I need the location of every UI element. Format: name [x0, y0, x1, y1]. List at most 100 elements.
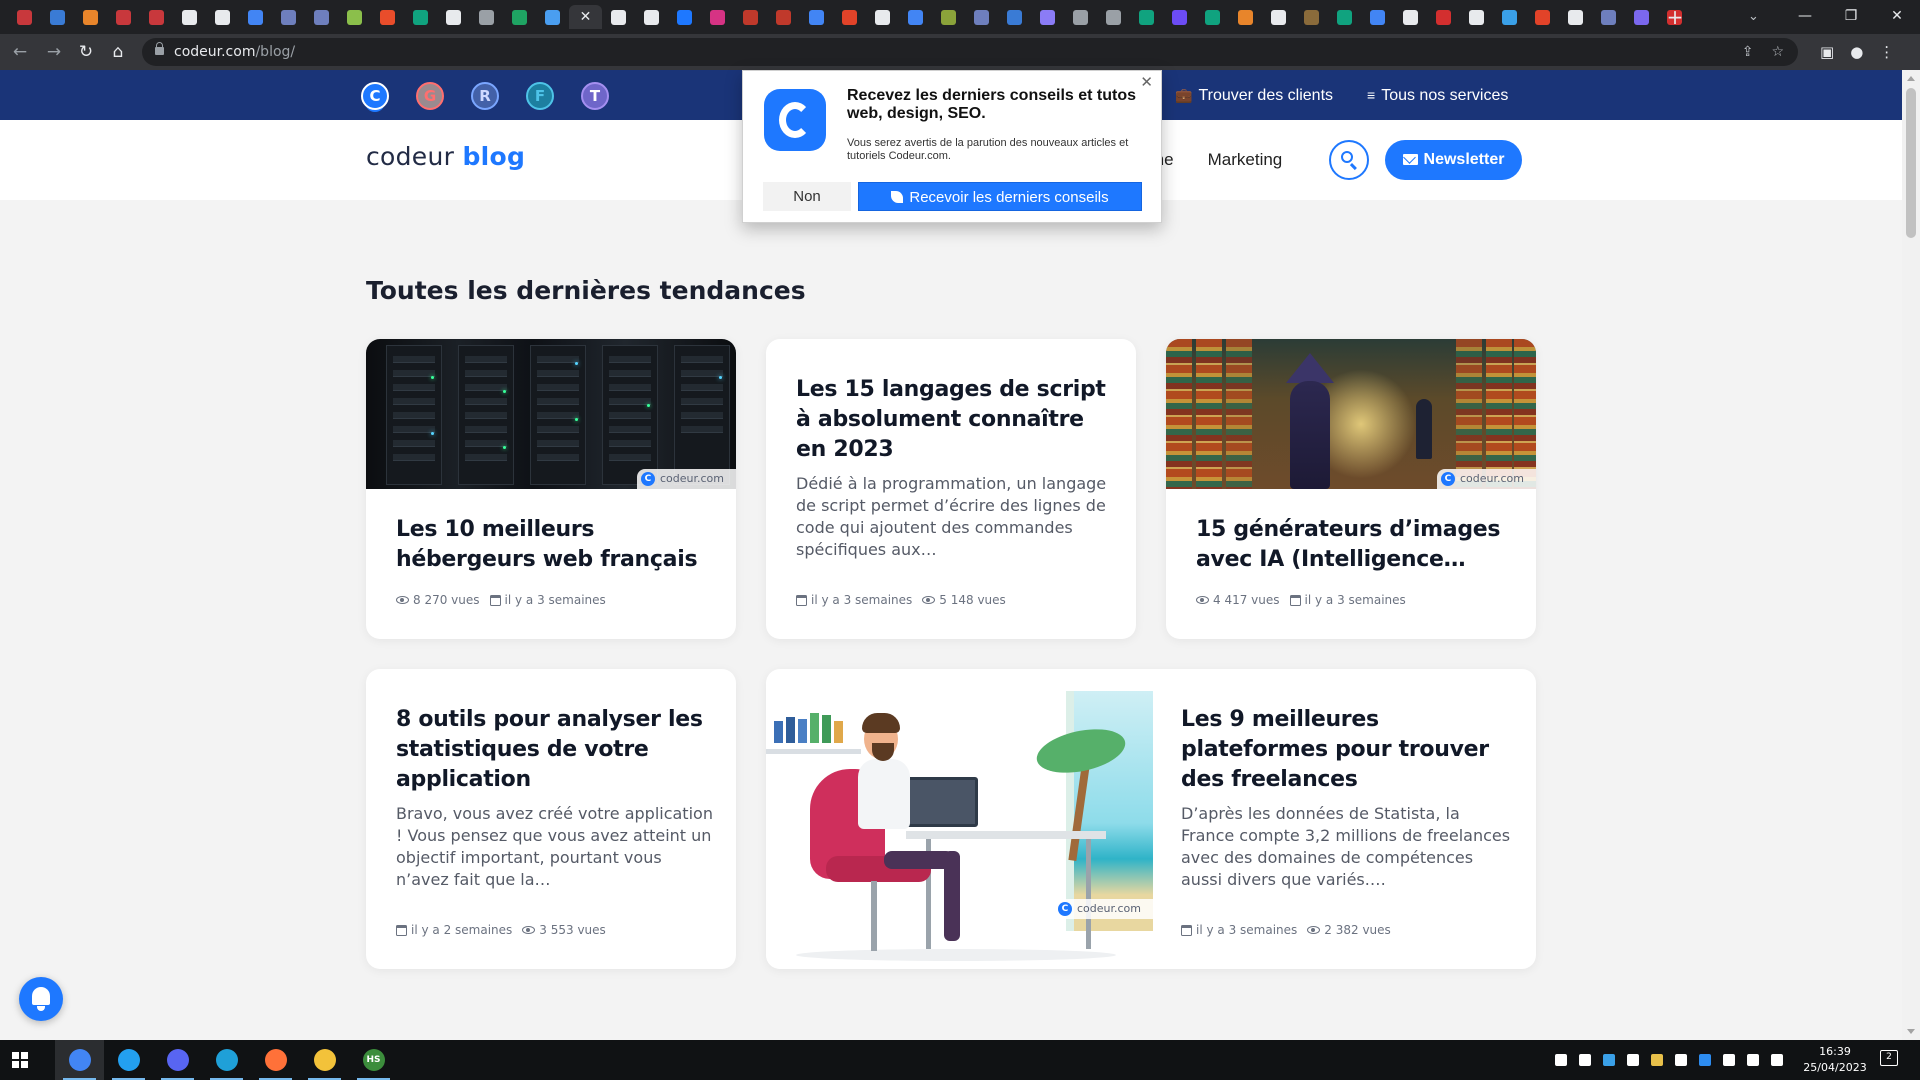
browser-tab[interactable] — [602, 5, 635, 29]
browser-tab[interactable] — [8, 5, 41, 29]
all-services-link[interactable]: ≡ Tous nos services — [1367, 70, 1508, 121]
article-title[interactable]: Les 10 meilleurs hébergeurs web français — [396, 515, 716, 575]
restore-button[interactable]: ❐ — [1828, 0, 1874, 34]
taskbar-app-chrome[interactable] — [55, 1040, 104, 1080]
taskbar-app-discord[interactable] — [153, 1040, 202, 1080]
reload-button[interactable]: ↻ — [74, 40, 98, 64]
side-panel-icon[interactable]: ▣ — [1820, 40, 1834, 64]
windows-start-icon[interactable] — [12, 1052, 28, 1068]
taskbar-app-hs-app[interactable]: HS — [349, 1040, 398, 1080]
article-card[interactable]: Ccodeur.com 15 générateurs d’images avec… — [1166, 339, 1536, 639]
tray-icon[interactable] — [1579, 1054, 1591, 1066]
site-logo[interactable]: codeur blog — [366, 142, 525, 171]
brand-f-icon[interactable]: F — [526, 82, 554, 110]
browser-tab[interactable] — [470, 5, 503, 29]
page-scrollbar[interactable] — [1902, 70, 1920, 1040]
browser-tab[interactable] — [1559, 5, 1592, 29]
active-tab[interactable]: ✕ — [569, 5, 602, 29]
browser-tab[interactable] — [1163, 5, 1196, 29]
browser-tab[interactable] — [107, 5, 140, 29]
tray-icon[interactable] — [1699, 1054, 1711, 1066]
article-title[interactable]: 8 outils pour analyser les statistiques … — [396, 705, 716, 795]
find-clients-link[interactable]: 💼 Trouver des clients — [1175, 70, 1333, 121]
browser-tab[interactable] — [965, 5, 998, 29]
brand-codeur-icon[interactable]: C — [361, 82, 389, 110]
browser-tab[interactable] — [767, 5, 800, 29]
browser-tab[interactable] — [833, 5, 866, 29]
tray-icon[interactable] — [1651, 1054, 1663, 1066]
browser-tab[interactable] — [1427, 5, 1460, 29]
browser-tab[interactable] — [1394, 5, 1427, 29]
browser-tab[interactable] — [41, 5, 74, 29]
search-button[interactable] — [1329, 140, 1369, 180]
address-bar[interactable]: codeur.com/blog/ ⇪ ☆ — [142, 38, 1798, 66]
minimize-button[interactable]: — — [1782, 0, 1828, 34]
tray-icon[interactable] — [1747, 1054, 1759, 1066]
taskbar-app-vscode[interactable] — [104, 1040, 153, 1080]
new-tab-button[interactable]: + — [1663, 5, 1687, 29]
browser-tab[interactable] — [1328, 5, 1361, 29]
browser-tab[interactable] — [668, 5, 701, 29]
forward-button[interactable]: → — [42, 40, 66, 64]
action-center-icon[interactable]: 2 — [1880, 1050, 1898, 1066]
brand-t-icon[interactable]: T — [581, 82, 609, 110]
newsletter-button[interactable]: Newsletter — [1385, 140, 1522, 180]
browser-tab[interactable] — [1592, 5, 1625, 29]
article-title[interactable]: Les 15 langages de script à absolument c… — [796, 375, 1116, 465]
tray-icon[interactable] — [1555, 1054, 1567, 1066]
browser-tab[interactable] — [1196, 5, 1229, 29]
browser-tab[interactable] — [272, 5, 305, 29]
browser-tab[interactable] — [140, 5, 173, 29]
browser-tab[interactable] — [1625, 5, 1658, 29]
article-title[interactable]: 15 générateurs d’images avec IA (Intelli… — [1196, 515, 1516, 575]
notification-bell-icon[interactable] — [19, 977, 63, 1021]
server-racks-image[interactable]: Ccodeur.com — [366, 339, 736, 489]
lock-icon[interactable] — [155, 42, 164, 55]
browser-tab[interactable] — [305, 5, 338, 29]
nav-link-marketing[interactable]: Marketing — [1208, 120, 1283, 200]
browser-tab[interactable] — [371, 5, 404, 29]
browser-tab[interactable] — [734, 5, 767, 29]
browser-tab[interactable] — [503, 5, 536, 29]
close-window-button[interactable]: ✕ — [1874, 0, 1920, 34]
tab-search-button[interactable]: ⌄ — [1748, 5, 1759, 29]
profile-icon[interactable]: ● — [1850, 40, 1863, 64]
library-wizard-image[interactable]: Ccodeur.com — [1166, 339, 1536, 489]
browser-tab[interactable] — [1493, 5, 1526, 29]
menu-icon[interactable]: ⋮ — [1879, 40, 1894, 64]
brand-r-icon[interactable]: R — [471, 82, 499, 110]
freelancer-illustration[interactable]: Ccodeur.com — [766, 691, 1153, 969]
browser-tab[interactable] — [866, 5, 899, 29]
browser-tab[interactable] — [437, 5, 470, 29]
tray-icon[interactable] — [1675, 1054, 1687, 1066]
browser-tab[interactable] — [536, 5, 569, 29]
browser-tab[interactable] — [998, 5, 1031, 29]
tray-icon[interactable] — [1603, 1054, 1615, 1066]
tray-icon[interactable] — [1723, 1054, 1735, 1066]
share-icon[interactable]: ⇪ — [1742, 38, 1754, 66]
tab-close-icon[interactable]: ✕ — [580, 9, 592, 25]
taskbar-app-firefox[interactable] — [251, 1040, 300, 1080]
taskbar-app-explorer[interactable] — [300, 1040, 349, 1080]
url-text[interactable]: codeur.com/blog/ — [174, 38, 295, 66]
decline-button[interactable]: Non — [763, 182, 851, 211]
browser-tab[interactable] — [701, 5, 734, 29]
browser-tab[interactable] — [239, 5, 272, 29]
browser-tab[interactable] — [800, 5, 833, 29]
browser-tab[interactable] — [1229, 5, 1262, 29]
browser-tab[interactable] — [206, 5, 239, 29]
browser-tab[interactable] — [1097, 5, 1130, 29]
tray-icon[interactable] — [1771, 1054, 1783, 1066]
browser-tab[interactable] — [1295, 5, 1328, 29]
browser-tab[interactable] — [635, 5, 668, 29]
browser-tab[interactable] — [404, 5, 437, 29]
browser-tab[interactable] — [1262, 5, 1295, 29]
browser-tab[interactable] — [74, 5, 107, 29]
back-button[interactable]: ← — [8, 40, 32, 64]
browser-tab[interactable] — [1361, 5, 1394, 29]
browser-tab[interactable] — [1460, 5, 1493, 29]
browser-tab[interactable] — [1526, 5, 1559, 29]
taskbar-app-edge[interactable] — [202, 1040, 251, 1080]
scroll-thumb[interactable] — [1906, 88, 1916, 238]
system-clock[interactable]: 16:39 25/04/2023 — [1800, 1044, 1870, 1076]
